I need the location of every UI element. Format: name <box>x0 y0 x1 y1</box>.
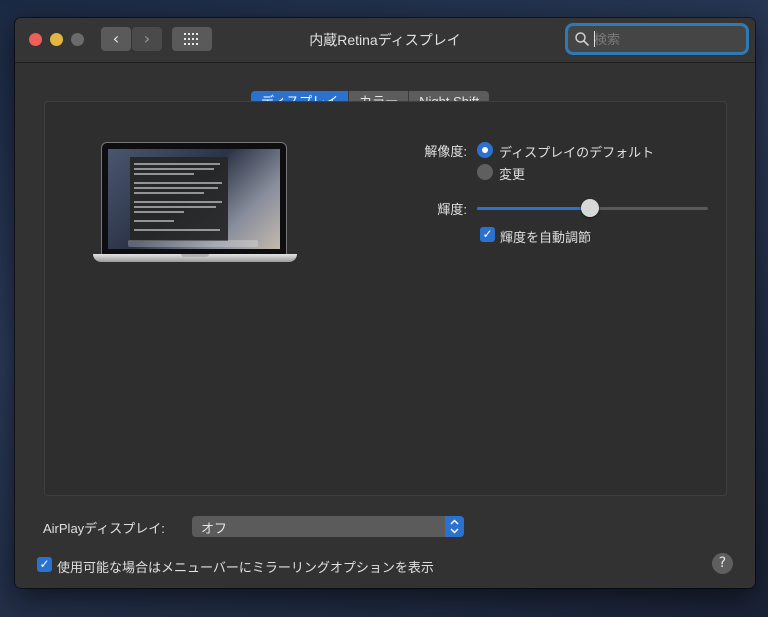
help-icon: ? <box>718 555 727 571</box>
checkmark-icon: ✓ <box>482 227 493 241</box>
auto-brightness-label[interactable]: 輝度を自動調節 <box>500 227 591 246</box>
brightness-slider-fill <box>477 207 590 210</box>
airplay-select-value: オフ <box>201 521 228 536</box>
forward-button[interactable]: › <box>132 27 162 51</box>
laptop-screen <box>108 149 280 249</box>
title-bar: ‹ › 内蔵Retinaディスプレイ <box>15 18 755 63</box>
checkmark-icon: ✓ <box>39 557 50 571</box>
window-title: 内蔵Retinaディスプレイ <box>309 32 461 48</box>
text-caret <box>594 31 595 47</box>
brightness-label: 輝度: <box>437 202 467 217</box>
screen-document <box>130 157 228 241</box>
auto-brightness-checkbox[interactable]: ✓ <box>480 227 495 242</box>
preferences-window: ‹ › 内蔵Retinaディスプレイ ディスプレイ カラー Night Shif… <box>15 18 755 588</box>
brightness-slider-knob[interactable] <box>581 199 599 217</box>
laptop-screen-frame <box>101 142 287 256</box>
scaled-resolution-label[interactable]: 変更 <box>499 164 525 183</box>
zoom-button[interactable] <box>71 33 84 46</box>
search-icon <box>575 32 589 46</box>
laptop-notch <box>181 254 209 257</box>
default-resolution-label[interactable]: ディスプレイのデフォルト <box>499 142 654 161</box>
back-button[interactable]: ‹ <box>101 27 131 51</box>
mirroring-checkbox[interactable]: ✓ <box>37 557 52 572</box>
search-input[interactable] <box>594 29 740 49</box>
close-button[interactable] <box>29 33 42 46</box>
mirroring-label[interactable]: 使用可能な場合はメニューバーにミラーリングオプションを表示 <box>57 557 434 576</box>
show-all-button[interactable] <box>172 27 212 51</box>
radio-scaled-resolution[interactable] <box>477 164 493 180</box>
minimize-button[interactable] <box>50 33 63 46</box>
up-down-chevron-icon <box>445 516 464 537</box>
chevron-right-icon: › <box>143 29 151 48</box>
radio-default-resolution[interactable] <box>477 142 493 158</box>
airplay-label: AirPlayディスプレイ: <box>43 521 165 536</box>
airplay-select[interactable]: オフ <box>192 516 464 537</box>
chevron-left-icon: ‹ <box>112 29 120 48</box>
laptop-icon <box>93 142 299 266</box>
grid-icon <box>184 33 200 45</box>
screen-dock <box>128 240 258 247</box>
resolution-label: 解像度: <box>424 144 467 159</box>
search-field[interactable] <box>568 26 746 52</box>
help-button[interactable]: ? <box>712 553 733 574</box>
